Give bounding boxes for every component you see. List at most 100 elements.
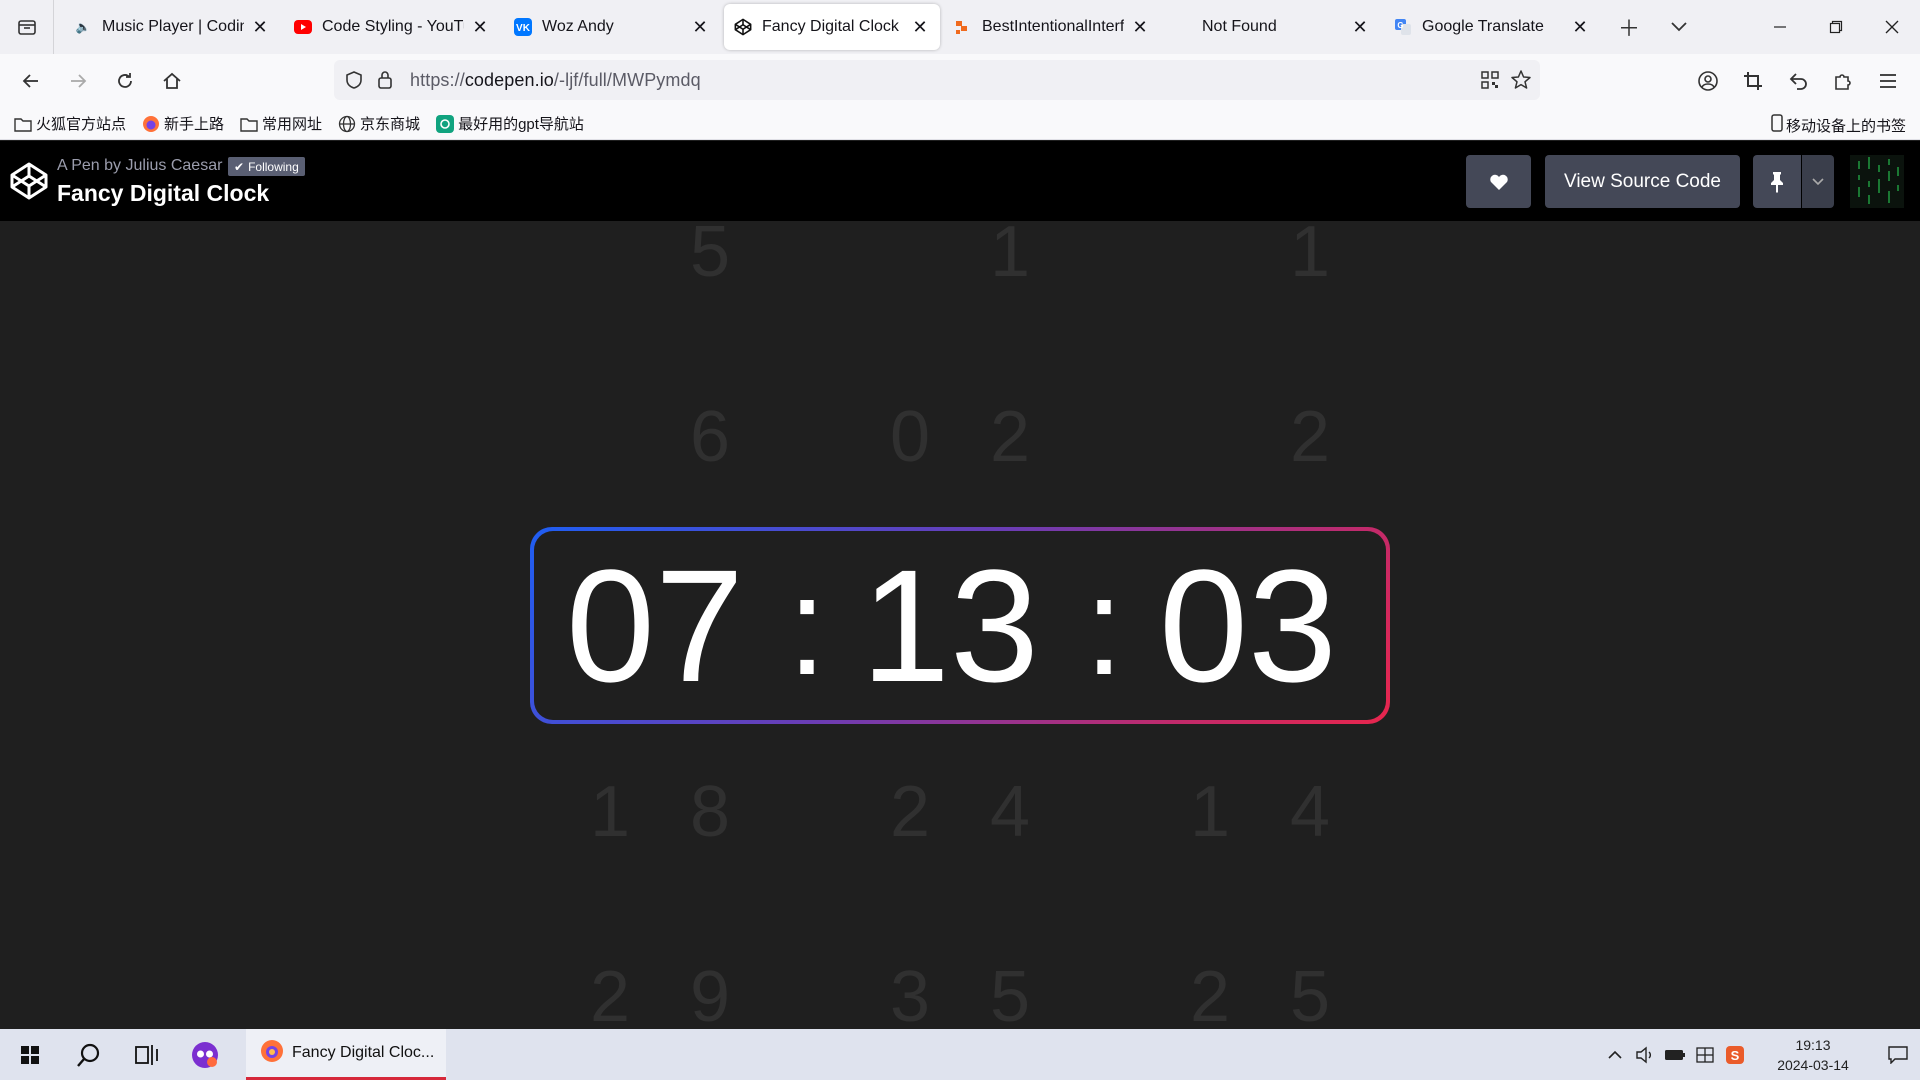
url-text[interactable]: https://codepen.io/-ljf/full/MWPymdq bbox=[410, 70, 701, 91]
address-bar[interactable]: https://codepen.io/-ljf/full/MWPymdq bbox=[334, 60, 1540, 100]
taskbar-date: 2024-03-14 bbox=[1777, 1056, 1849, 1073]
background-digit: 1 bbox=[589, 772, 631, 852]
tab-title: BestIntentionalInterf bbox=[982, 18, 1124, 35]
restore-button[interactable] bbox=[1808, 0, 1864, 54]
new-tab-button[interactable]: ＋ bbox=[1604, 4, 1654, 50]
tab-music-player[interactable]: 🔈 Music Player | Codin ✕ bbox=[64, 4, 280, 50]
svg-text:G: G bbox=[1397, 21, 1403, 30]
tab-title: Fancy Digital Clock bbox=[762, 18, 899, 35]
start-button[interactable] bbox=[0, 1029, 60, 1080]
love-button[interactable] bbox=[1466, 155, 1531, 208]
background-digit: 2 bbox=[989, 397, 1031, 477]
bookmark-item[interactable]: 京东商城 bbox=[338, 113, 420, 134]
bookmark-star-icon[interactable] bbox=[1510, 69, 1532, 96]
hamburger-icon bbox=[1879, 74, 1896, 88]
show-hidden-icons-button[interactable] bbox=[1600, 1029, 1630, 1080]
background-digit: 2 bbox=[589, 957, 631, 1029]
reload-button[interactable] bbox=[102, 61, 147, 101]
codepen-logo-icon[interactable] bbox=[9, 161, 49, 201]
close-tab-icon[interactable]: ✕ bbox=[910, 17, 930, 37]
bookmark-label: 京东商城 bbox=[360, 116, 421, 133]
bookmark-label: 常用网址 bbox=[262, 116, 323, 133]
system-tray: S 19:13 2024-03-14 bbox=[1600, 1029, 1920, 1080]
tab-not-found[interactable]: Not Found ✕ bbox=[1164, 4, 1380, 50]
battery-icon bbox=[1665, 1049, 1685, 1060]
shield-icon[interactable] bbox=[344, 70, 364, 95]
tab-list-icon bbox=[17, 20, 36, 35]
lock-icon[interactable] bbox=[376, 70, 394, 95]
clock-minutes: 13 bbox=[861, 536, 1039, 715]
background-digit: 2 bbox=[1289, 397, 1331, 477]
avatar[interactable] bbox=[1850, 155, 1904, 208]
back-button[interactable] bbox=[8, 61, 53, 101]
background-digit: 1 bbox=[989, 221, 1031, 292]
task-view-button[interactable] bbox=[118, 1029, 176, 1080]
extensions-button[interactable] bbox=[1820, 61, 1865, 101]
tab-list-button[interactable] bbox=[0, 0, 54, 54]
close-tab-icon[interactable]: ✕ bbox=[470, 17, 490, 37]
taskbar-clock[interactable]: 19:13 2024-03-14 bbox=[1758, 1035, 1868, 1075]
close-tab-icon[interactable]: ✕ bbox=[250, 17, 270, 37]
pin-dropdown-button[interactable] bbox=[1802, 155, 1834, 208]
undo-button[interactable] bbox=[1775, 61, 1820, 101]
app-icon bbox=[954, 18, 972, 36]
vk-icon: VK bbox=[514, 18, 532, 36]
screenshot-button[interactable] bbox=[1730, 61, 1775, 101]
background-digit: 1 bbox=[1289, 221, 1331, 292]
account-button[interactable] bbox=[1685, 61, 1730, 101]
close-tab-icon[interactable]: ✕ bbox=[690, 17, 710, 37]
speaker-icon: 🔈 bbox=[75, 20, 91, 34]
notification-button[interactable] bbox=[1876, 1029, 1920, 1080]
bookmark-item[interactable]: 最好用的gpt导航站 bbox=[436, 113, 584, 134]
view-source-button[interactable]: View Source Code bbox=[1545, 155, 1740, 208]
background-digit: 4 bbox=[989, 772, 1031, 852]
following-badge[interactable]: ✔ Following bbox=[228, 157, 305, 176]
tab-bar: 🔈 Music Player | Codin ✕ Code Styling - … bbox=[0, 0, 1920, 54]
taskbar-firefox-window[interactable]: Fancy Digital Cloc... bbox=[246, 1029, 446, 1080]
pin-button[interactable] bbox=[1753, 155, 1801, 208]
firefox-icon bbox=[260, 1039, 284, 1068]
task-view-icon bbox=[135, 1044, 158, 1065]
input-method-button[interactable] bbox=[1690, 1029, 1720, 1080]
url-scheme: https:// bbox=[410, 69, 465, 90]
forward-button[interactable] bbox=[55, 61, 100, 101]
forward-arrow-icon bbox=[70, 74, 86, 88]
close-tab-icon[interactable]: ✕ bbox=[1570, 17, 1590, 37]
bookmarks-toolbar: 火狐官方站点 新手上路 常用网址 京东商城 最好用的gpt导航站 移动设备上的书… bbox=[0, 108, 1920, 140]
restore-icon bbox=[1829, 20, 1843, 34]
tab-google-translate[interactable]: G Google Translate ✕ bbox=[1384, 4, 1600, 50]
minimize-button[interactable] bbox=[1752, 0, 1808, 54]
back-arrow-icon bbox=[22, 74, 38, 88]
tab-best-intentional[interactable]: BestIntentionalInterf ✕ bbox=[944, 4, 1160, 50]
qr-code-icon[interactable] bbox=[1480, 70, 1500, 95]
tab-woz-andy[interactable]: VK Woz Andy ✕ bbox=[504, 4, 720, 50]
close-tab-icon[interactable]: ✕ bbox=[1130, 17, 1150, 37]
folder-icon bbox=[240, 115, 258, 133]
author-link[interactable]: Julius Caesar bbox=[126, 157, 223, 174]
url-host: codepen.io bbox=[464, 69, 554, 90]
tab-code-styling[interactable]: Code Styling - YouTu ✕ bbox=[284, 4, 500, 50]
background-digit: 1 bbox=[1189, 772, 1231, 852]
close-window-button[interactable] bbox=[1864, 0, 1920, 54]
bookmark-item[interactable]: 常用网址 bbox=[240, 113, 322, 134]
background-digit: 8 bbox=[689, 772, 731, 852]
battery-button[interactable] bbox=[1660, 1029, 1690, 1080]
background-digit: 0 bbox=[889, 397, 931, 477]
pinned-app[interactable] bbox=[176, 1029, 234, 1080]
menu-button[interactable] bbox=[1865, 61, 1910, 101]
bookmark-item[interactable]: 火狐官方站点 bbox=[14, 113, 126, 134]
search-icon bbox=[77, 1043, 100, 1067]
mobile-bookmarks[interactable]: 移动设备上的书签 bbox=[1771, 114, 1906, 136]
tab-fancy-digital-clock[interactable]: Fancy Digital Clock ✕ bbox=[724, 4, 940, 50]
volume-button[interactable] bbox=[1630, 1029, 1660, 1080]
bookmark-item[interactable]: 新手上路 bbox=[142, 113, 224, 134]
codepen-header: A Pen by Julius Caesar ✔ Following Fancy… bbox=[0, 141, 1920, 221]
sogou-ime-button[interactable]: S bbox=[1720, 1029, 1750, 1080]
home-button[interactable] bbox=[149, 61, 194, 101]
input-method-icon bbox=[1696, 1046, 1714, 1063]
windows-icon bbox=[21, 1045, 39, 1064]
search-button[interactable] bbox=[60, 1029, 118, 1080]
list-all-tabs-button[interactable] bbox=[1654, 4, 1704, 50]
following-label: Following bbox=[248, 159, 299, 174]
close-tab-icon[interactable]: ✕ bbox=[1350, 17, 1370, 37]
